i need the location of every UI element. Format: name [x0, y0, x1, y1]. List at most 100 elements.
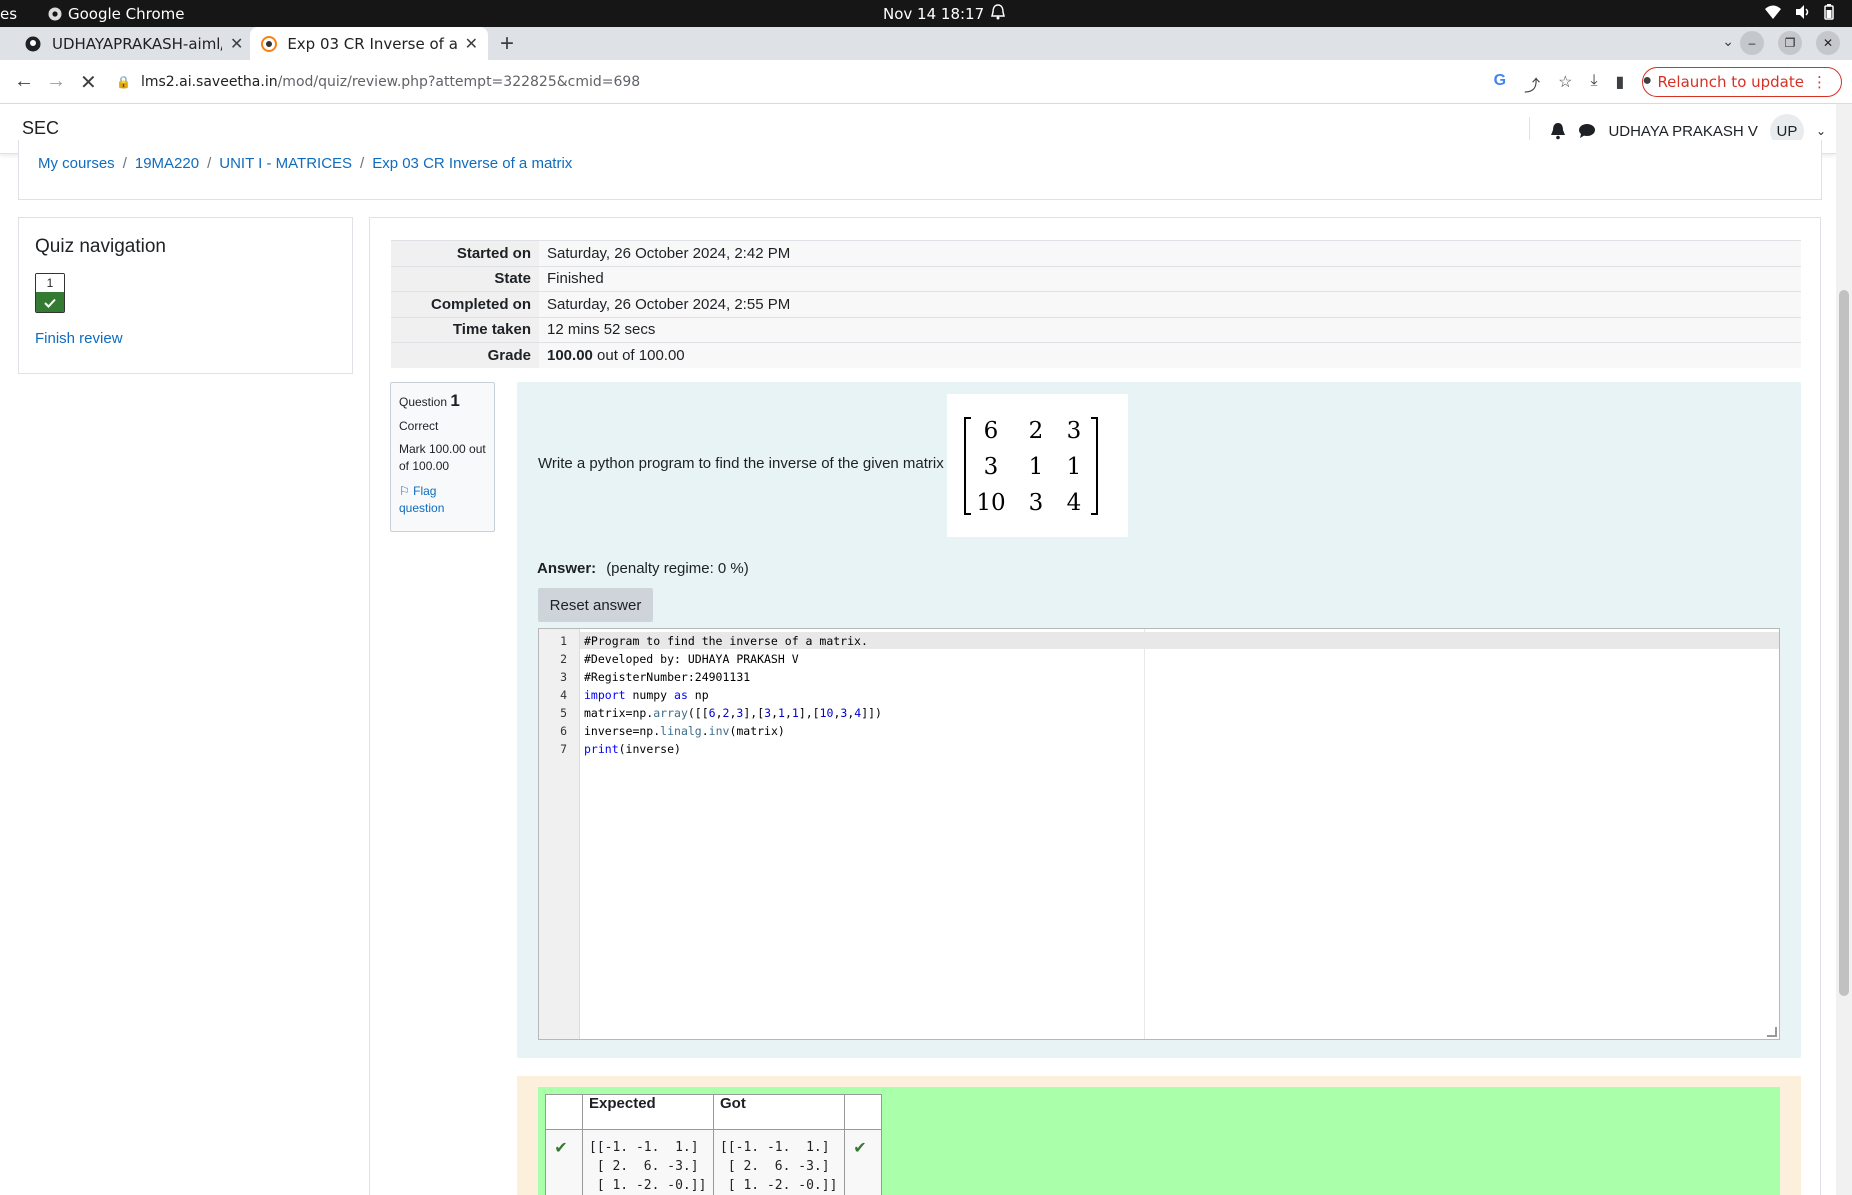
- summary-value: 12 mins 52 secs: [539, 316, 1801, 343]
- breadcrumb-activity[interactable]: Exp 03 CR Inverse of a matrix: [372, 155, 572, 172]
- code-line: 4 import numpy as np: [560, 688, 709, 702]
- side-panel-icon[interactable]: ▮: [1616, 72, 1625, 96]
- breadcrumb-course[interactable]: 19MA220: [135, 155, 199, 172]
- expected-output: [[-1. -1. 1.] [ 2. 6. -3.] [ 1. -2. -0.]…: [589, 1140, 707, 1193]
- flag-question-link[interactable]: ⚐ Flag question: [399, 483, 486, 517]
- matrix-cell: 3: [1029, 490, 1044, 516]
- restore-icon[interactable]: ❐: [1778, 31, 1802, 55]
- grade-suffix: out of 100.00: [592, 347, 685, 364]
- question-text: Write a python program to find the inver…: [538, 455, 944, 472]
- question-number: Question 1: [399, 391, 486, 411]
- print-margin: [1144, 629, 1145, 1039]
- answer-label: Answer: (penalty regime: 0 %): [537, 560, 749, 577]
- mark-line-2: of 100.00: [399, 459, 450, 473]
- summary-label: Time taken: [391, 316, 539, 343]
- check-icon: ✔: [545, 1129, 583, 1195]
- chevron-down-icon[interactable]: ⌄: [1816, 124, 1826, 138]
- test-results-table: Expected Got ✔ [[-1. -1. 1.] [ 2. 6. -3.…: [545, 1094, 882, 1195]
- more-menu-icon[interactable]: ⋮: [1812, 73, 1827, 91]
- check-icon: ✔: [844, 1129, 882, 1195]
- code-line: 7 print(inverse): [560, 742, 681, 756]
- summary-grade: 100.00 out of 100.00: [539, 342, 1801, 368]
- question-info: Question 1 Correct Mark 100.00 out of 100…: [390, 382, 495, 532]
- code-text: inverse=np.linalg.inv(matrix): [584, 724, 785, 738]
- os-top-bar: es Google Chrome Nov 14 18:17: [0, 0, 1852, 27]
- finish-review-link[interactable]: Finish review: [35, 330, 123, 347]
- tab-quiz[interactable]: Exp 03 CR Inverse of a mat ✕: [250, 27, 488, 60]
- flag-line-2: question: [399, 501, 445, 515]
- back-arrow-icon[interactable]: ←: [14, 70, 34, 93]
- download-icon[interactable]: ⤓: [1590, 72, 1597, 96]
- site-brand[interactable]: SEC: [22, 118, 59, 139]
- summary-value: Finished: [539, 265, 1801, 292]
- clock[interactable]: Nov 14 18:17: [883, 5, 984, 23]
- breadcrumb-separator: /: [207, 155, 212, 172]
- google-icon[interactable]: G: [1494, 72, 1506, 96]
- bookmark-star-icon[interactable]: ☆: [1558, 72, 1572, 96]
- breadcrumb: My courses/ 19MA220/ UNIT I - MATRICES / …: [38, 155, 572, 172]
- breadcrumb-unit[interactable]: UNIT I - MATRICES: [219, 155, 352, 172]
- alarm-icon: [990, 3, 1006, 25]
- app-menu[interactable]: Google Chrome: [48, 5, 185, 23]
- attempt-summary-table: Started on Saturday, 26 October 2024, 2:…: [391, 240, 1801, 368]
- minimize-icon[interactable]: –: [1740, 31, 1764, 55]
- flag-line-1: Flag: [413, 484, 437, 498]
- tab-search-icon[interactable]: ⌄: [1722, 33, 1734, 50]
- messages-icon[interactable]: [1578, 123, 1596, 139]
- code-line: 6 inverse=np.linalg.inv(matrix): [560, 724, 785, 738]
- code-text: import numpy as np: [584, 688, 709, 702]
- moodle-icon: [260, 35, 277, 53]
- reset-answer-button[interactable]: Reset answer: [538, 588, 653, 622]
- close-icon[interactable]: ✕: [230, 34, 243, 53]
- notification-bell-icon[interactable]: [1550, 122, 1566, 140]
- code-line: 5 matrix=np.array([[6,2,3],[3,1,1],[10,3,…: [560, 706, 882, 720]
- mark-line-1: Mark 100.00 out: [399, 442, 486, 456]
- result-header: [844, 1094, 882, 1130]
- new-tab-button[interactable]: +: [500, 30, 514, 58]
- summary-label: Started on: [391, 240, 539, 266]
- matrix-cell: 3: [984, 454, 999, 480]
- code-editor[interactable]: 1 #Program to find the inverse of a matri…: [538, 628, 1780, 1040]
- tab-github[interactable]: UDHAYAPRAKASH-aiml/R ✕: [14, 27, 253, 60]
- got-output: [[-1. -1. 1.] [ 2. 6. -3.] [ 1. -2. -0.]…: [720, 1140, 838, 1193]
- expected-header: Expected: [582, 1094, 714, 1130]
- matrix-cell: 4: [1067, 490, 1082, 516]
- wifi-icon: [1765, 5, 1781, 19]
- table-row: Time taken 12 mins 52 secs: [391, 316, 1801, 343]
- matrix-cell: 10: [976, 490, 1005, 516]
- close-icon[interactable]: ✕: [465, 34, 478, 53]
- question-mark: Mark 100.00 out of 100.00: [399, 441, 486, 475]
- stop-loading-icon[interactable]: ✕: [80, 70, 97, 95]
- address-bar[interactable]: 🔒 lms2.ai.saveetha.in/mod/quiz/review.ph…: [116, 67, 1466, 97]
- relaunch-button[interactable]: Relaunch to update ⋮: [1642, 67, 1842, 97]
- user-name[interactable]: UDHAYA PRAKASH V: [1608, 123, 1758, 140]
- matrix-cell: 2: [1029, 418, 1044, 444]
- battery-icon: [1824, 4, 1834, 20]
- breadcrumb-my-courses[interactable]: My courses: [38, 155, 115, 172]
- question-nav-button[interactable]: 1: [35, 273, 65, 313]
- code-line: 1 #Program to find the inverse of a matri…: [560, 634, 868, 648]
- close-window-icon[interactable]: ✕: [1816, 31, 1840, 55]
- page-scrollbar[interactable]: [1836, 104, 1852, 1195]
- toolbar: ← → ✕ 🔒 lms2.ai.saveetha.in/mod/quiz/rev…: [0, 60, 1852, 104]
- scrollbar-thumb[interactable]: [1839, 290, 1849, 996]
- code-line: 3 #RegisterNumber:24901131: [560, 670, 751, 684]
- code-text: print(inverse): [584, 742, 681, 756]
- lock-icon[interactable]: 🔒: [116, 75, 131, 89]
- resize-handle[interactable]: [1767, 1027, 1777, 1037]
- forward-arrow-icon[interactable]: →: [46, 70, 66, 93]
- breadcrumb-separator: /: [122, 155, 127, 172]
- matrix-image: 6 2 3 3 1 1 10 3 4: [947, 394, 1128, 537]
- matrix-cell: 3: [1067, 418, 1082, 444]
- url-path: /mod/quiz/review.php?attempt=322825&cmid…: [277, 74, 641, 90]
- activities-button[interactable]: es: [0, 5, 17, 23]
- quiz-navigation-title: Quiz navigation: [35, 236, 166, 257]
- summary-value: Saturday, 26 October 2024, 2:42 PM: [539, 240, 1801, 266]
- share-icon[interactable]: ⤴: [1524, 72, 1540, 96]
- system-tray[interactable]: [1764, 4, 1834, 20]
- question-label: Question: [399, 395, 448, 409]
- grade-value: 100.00: [547, 347, 593, 364]
- summary-label: Grade: [391, 342, 539, 368]
- got-header: Got: [713, 1094, 845, 1130]
- app-name: Google Chrome: [68, 5, 185, 23]
